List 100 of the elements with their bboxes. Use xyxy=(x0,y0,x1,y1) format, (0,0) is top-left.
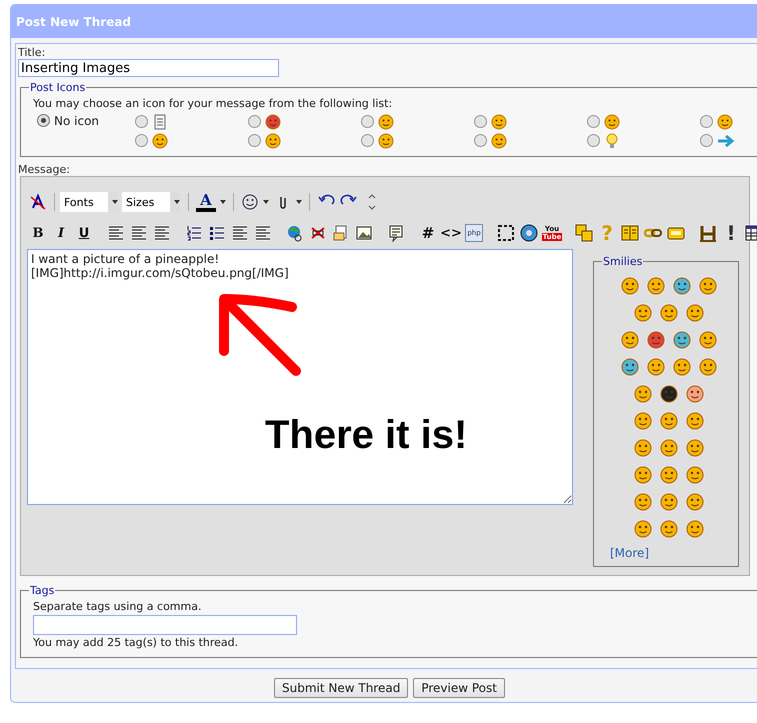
icon-radio[interactable] xyxy=(248,134,261,147)
audio-button[interactable] xyxy=(518,222,540,244)
smiley-icon[interactable] xyxy=(659,464,679,484)
icon-radio[interactable] xyxy=(474,134,487,147)
outdent-icon xyxy=(231,224,249,242)
bullet-list-icon xyxy=(208,224,226,242)
icon-radio[interactable] xyxy=(37,114,50,127)
image-icon xyxy=(355,224,373,242)
no-icon-label: No icon xyxy=(54,114,100,128)
preview-button[interactable]: Preview Post xyxy=(413,678,505,698)
alert-button[interactable]: ! xyxy=(720,222,742,244)
icon-radio[interactable] xyxy=(361,134,374,147)
message-label: Message: xyxy=(18,163,70,176)
align-right-icon xyxy=(153,224,171,242)
smiley-icon[interactable] xyxy=(698,356,718,376)
smiley-icon[interactable] xyxy=(698,330,718,350)
boxes-icon xyxy=(575,224,593,242)
dropdown-select[interactable]: Sizes xyxy=(122,192,180,212)
icon-radio[interactable] xyxy=(361,115,374,128)
title-label: Title: xyxy=(18,46,46,59)
icon-radio[interactable] xyxy=(587,134,600,147)
html-button[interactable]: <> xyxy=(440,222,462,244)
light-bulb-icon xyxy=(604,132,620,148)
page-title: Post New Thread xyxy=(16,14,132,28)
tags-field[interactable] xyxy=(33,615,297,635)
icon-radio[interactable] xyxy=(135,134,148,147)
smiley-icon[interactable] xyxy=(685,518,705,538)
title-field[interactable]: Inserting Images xyxy=(18,59,279,77)
boxes-button[interactable] xyxy=(573,222,595,244)
smiley-icon xyxy=(265,114,281,130)
smiley-icon[interactable] xyxy=(633,492,653,512)
smiley-icon xyxy=(378,132,394,148)
italic-button[interactable]: I xyxy=(50,222,72,244)
icon-radio[interactable] xyxy=(474,115,487,128)
smiley-icon[interactable] xyxy=(646,276,666,296)
smiley-icon[interactable] xyxy=(672,356,692,376)
smiley-icon[interactable] xyxy=(620,356,640,376)
underline-button[interactable]: U xyxy=(73,222,95,244)
indent-icon xyxy=(254,224,272,242)
smiley-icon[interactable] xyxy=(698,276,718,296)
icon-radio[interactable] xyxy=(700,134,713,147)
smiley-icon[interactable] xyxy=(672,330,692,350)
bold-button[interactable]: B xyxy=(27,222,49,244)
tags-hint: Separate tags using a comma. xyxy=(33,599,202,615)
post-icons-legend: Post Icons xyxy=(29,81,86,94)
smiley-icon[interactable] xyxy=(620,276,640,296)
smiley-icon xyxy=(378,114,394,130)
smiley-icon[interactable] xyxy=(685,410,705,430)
smiley-icon xyxy=(604,114,620,130)
caret-icon xyxy=(174,200,180,204)
smiley-icon[interactable] xyxy=(685,464,705,484)
caret-icon xyxy=(263,200,269,204)
smiley-icon[interactable] xyxy=(659,302,679,322)
audio-icon xyxy=(520,224,538,242)
smiley-menu-icon xyxy=(241,193,259,211)
code-button[interactable]: # xyxy=(417,222,439,244)
smiley-icon[interactable] xyxy=(672,276,692,296)
dashed-box-button[interactable] xyxy=(495,222,517,244)
smiley-icon[interactable] xyxy=(633,518,653,538)
smiley-icon[interactable] xyxy=(633,384,653,404)
caret-icon xyxy=(296,200,302,204)
smiley-icon xyxy=(152,132,168,148)
align-center-icon xyxy=(130,224,148,242)
caret-icon xyxy=(112,200,118,204)
smiley-icon[interactable] xyxy=(633,410,653,430)
more-smilies-link[interactable]: [More] xyxy=(610,546,732,560)
remove-format-icon xyxy=(29,193,47,211)
book-icon xyxy=(621,224,639,242)
smiley-icon[interactable] xyxy=(685,302,705,322)
annotation-text: There it is! xyxy=(265,413,468,458)
smiley-icon xyxy=(717,114,733,130)
smiley-icon[interactable] xyxy=(646,330,666,350)
submit-button[interactable]: Submit New Thread xyxy=(274,678,408,698)
icon-radio[interactable] xyxy=(248,115,261,128)
smiley-icon[interactable] xyxy=(633,302,653,322)
post-icons-prompt: You may choose an icon for your message from the following list: xyxy=(33,96,394,112)
smiley-icon[interactable] xyxy=(633,438,653,458)
ordered-list-icon xyxy=(185,224,203,242)
arrow-icon xyxy=(717,132,735,148)
smiley-icon[interactable] xyxy=(620,330,640,350)
dashed-box-icon xyxy=(497,224,515,242)
smiley-icon[interactable] xyxy=(685,384,705,404)
link-icon xyxy=(286,224,304,242)
dropdown-select[interactable]: Fonts xyxy=(60,192,118,212)
quote-icon xyxy=(387,224,405,242)
smiley-icon[interactable] xyxy=(685,492,705,512)
smiley-icon[interactable] xyxy=(659,410,679,430)
smiley-icon[interactable] xyxy=(685,438,705,458)
icon-radio[interactable] xyxy=(700,115,713,128)
smiley-icon[interactable] xyxy=(646,356,666,376)
icon-radio[interactable] xyxy=(135,115,148,128)
font-color-button[interactable]: A xyxy=(194,191,228,213)
film-icon xyxy=(699,224,717,242)
smiley-icon[interactable] xyxy=(659,492,679,512)
align-left-icon xyxy=(107,224,125,242)
smiley-icon[interactable] xyxy=(633,464,653,484)
smiley-icon[interactable] xyxy=(659,518,679,538)
smiley-icon[interactable] xyxy=(659,384,679,404)
icon-radio[interactable] xyxy=(587,115,600,128)
smiley-icon[interactable] xyxy=(659,438,679,458)
